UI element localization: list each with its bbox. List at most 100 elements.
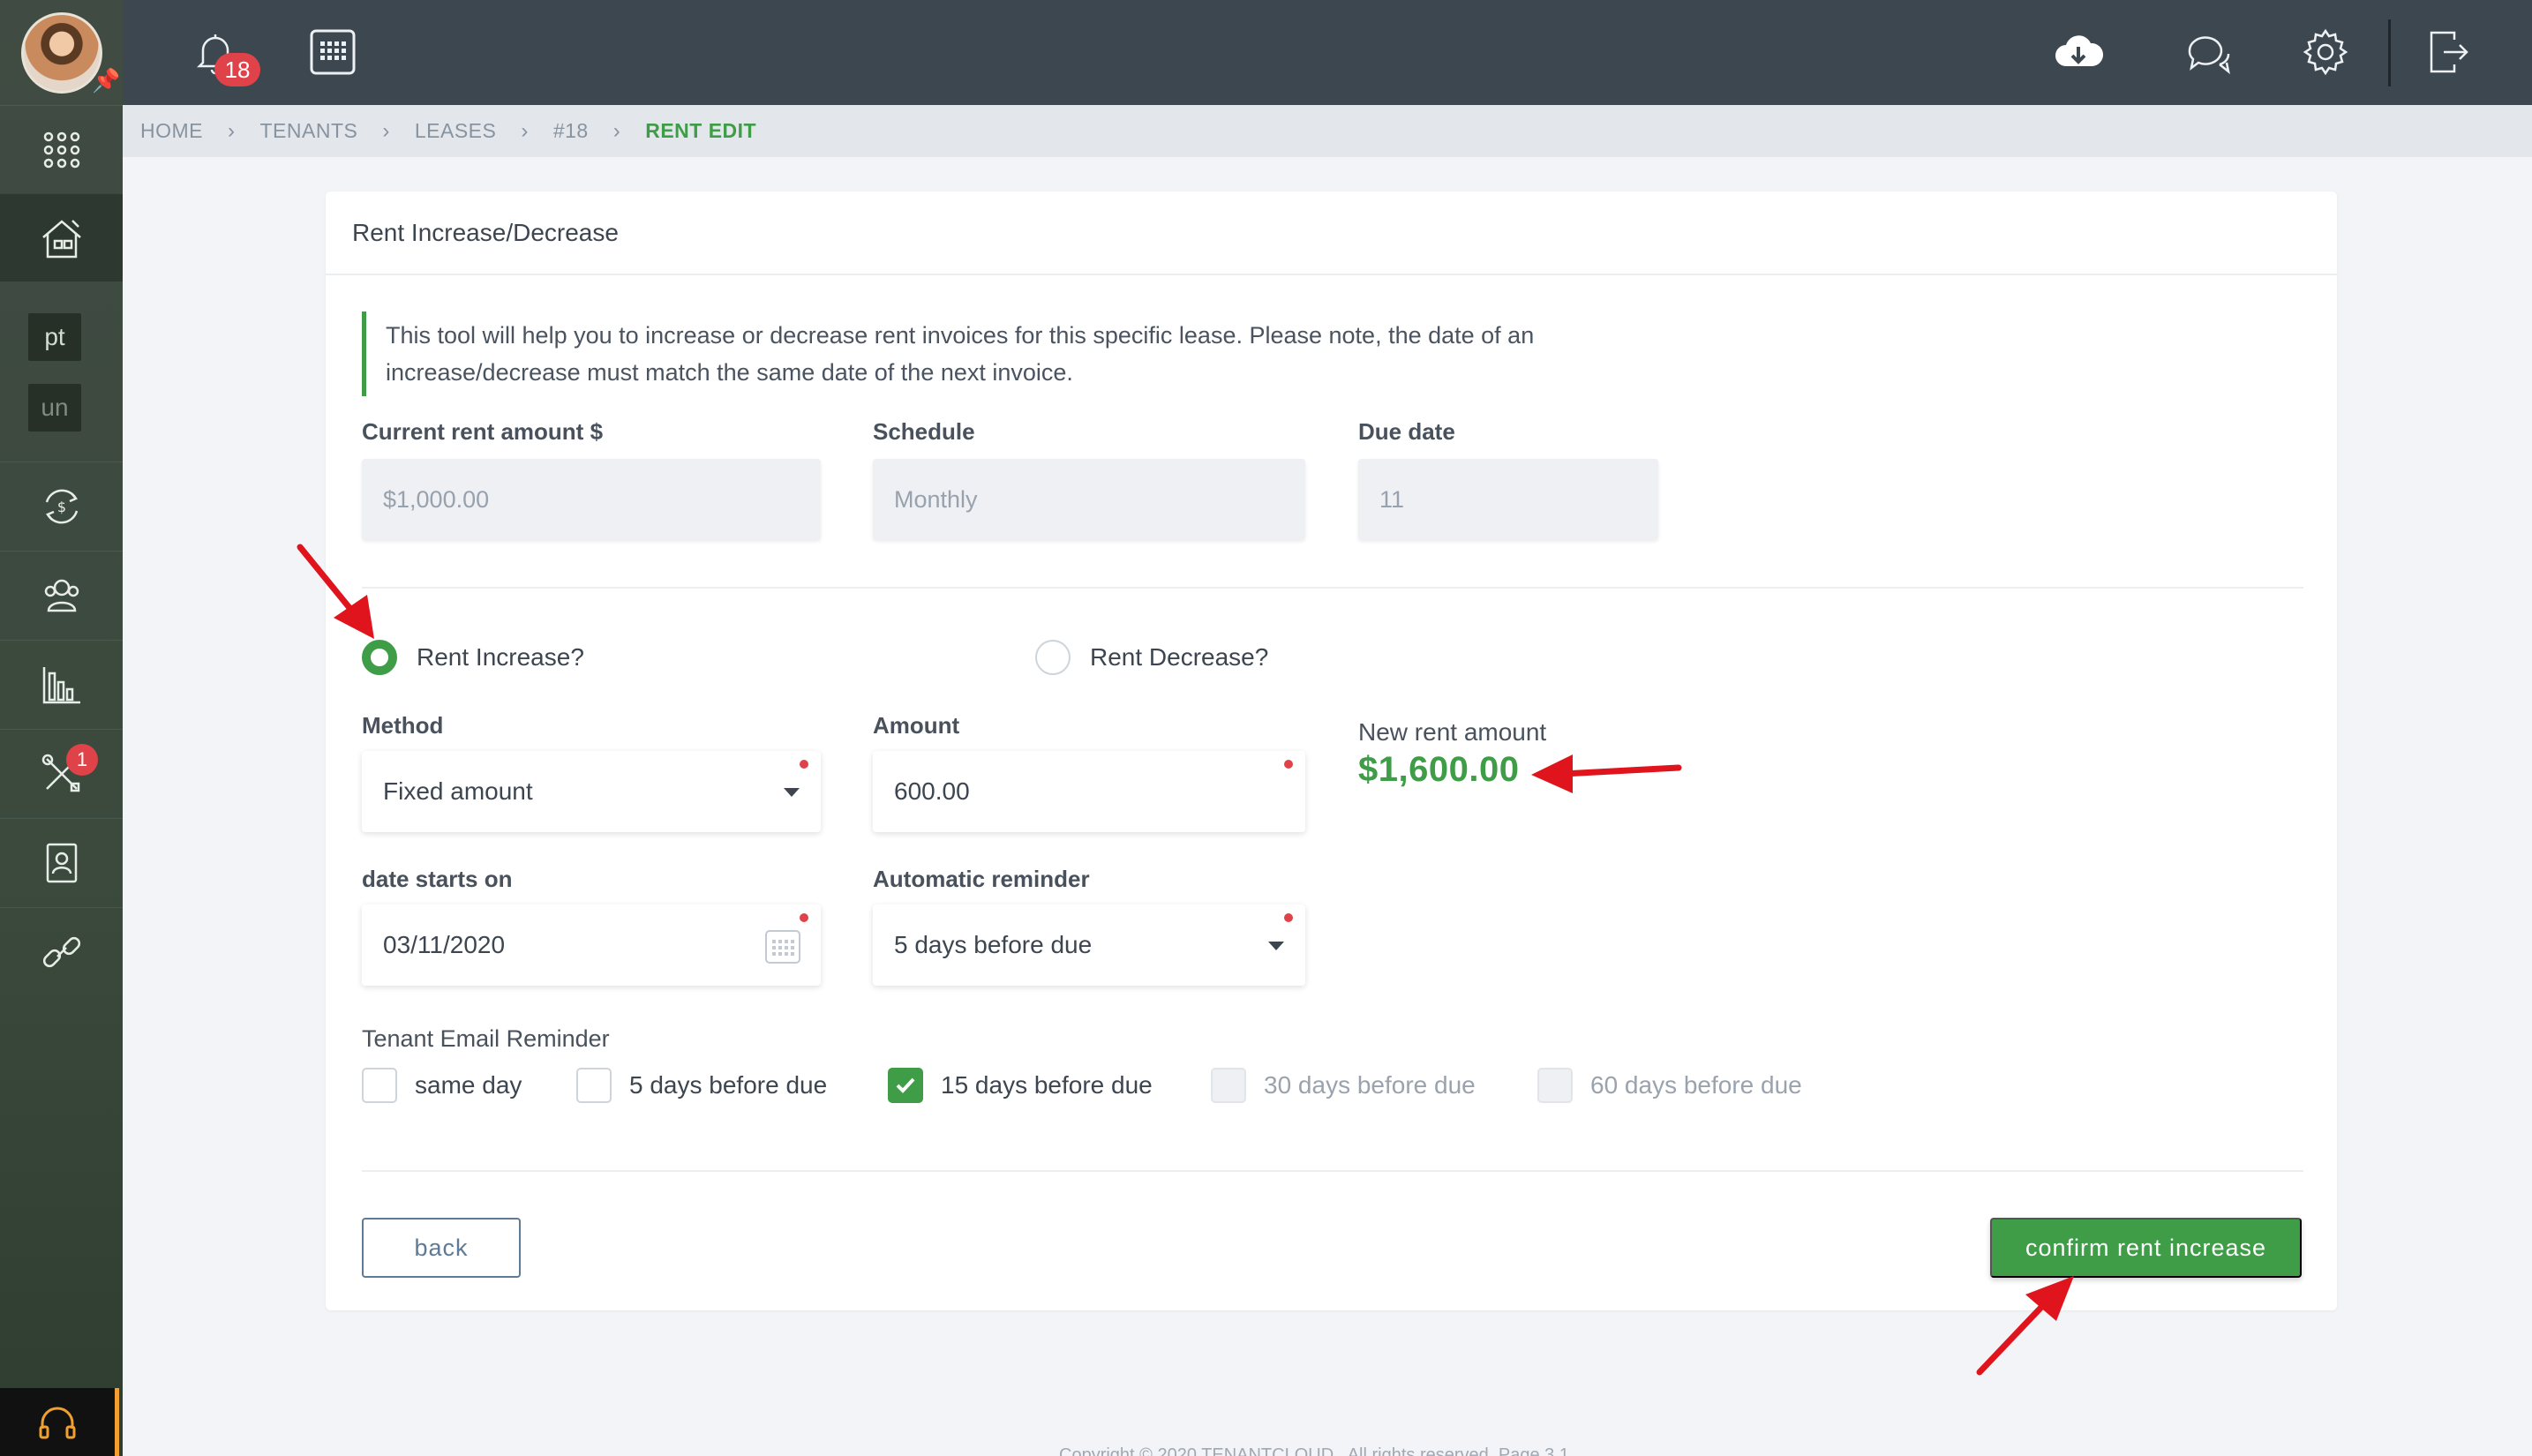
divider (362, 1170, 2303, 1172)
due-date-label: Due date (1358, 418, 1455, 445)
cloud-download-icon (2055, 35, 2103, 66)
sidebar: 📌 pt un $ 1 (0, 0, 123, 1456)
maintenance-badge: 1 (66, 744, 98, 776)
sidebar-item-payments[interactable]: $ (0, 462, 123, 550)
required-dot (1284, 760, 1293, 769)
checkbox-label: 30 days before due (1264, 1071, 1476, 1099)
chevron-right-icon: › (382, 118, 390, 143)
bar-chart-icon (42, 666, 80, 703)
email-reminder-60-days: 60 days before due (1537, 1068, 1802, 1103)
email-reminder-label: Tenant Email Reminder (362, 1025, 610, 1052)
money-cycle-icon: $ (45, 489, 78, 523)
new-rent-amount: $1,600.00 (1358, 750, 1520, 789)
radio-selected-icon (362, 640, 397, 675)
radio-empty-icon (1035, 640, 1071, 675)
due-date-field: 11 (1358, 459, 1658, 540)
caret-down-icon (784, 788, 800, 797)
contact-card-icon (46, 843, 77, 882)
checkmark-icon (888, 1068, 923, 1103)
sidebar-item-links[interactable] (0, 907, 123, 995)
amount-value: 600.00 (894, 777, 970, 805)
sidebar-item-properties[interactable] (0, 193, 123, 281)
date-starts-input[interactable]: 03/11/2020 (362, 904, 821, 986)
chevron-right-icon: › (521, 118, 529, 143)
checkbox-label: 15 days before due (941, 1071, 1153, 1099)
sidebar-item-tenants[interactable] (0, 551, 123, 639)
breadcrumb: HOME › TENANTS › LEASES › #18 › RENT EDI… (123, 105, 2532, 157)
settings-button[interactable] (2298, 25, 2353, 79)
support-button[interactable] (0, 1388, 119, 1456)
apps-grid-icon (43, 131, 79, 168)
calendar-button[interactable] (305, 25, 360, 79)
breadcrumb-leases[interactable]: LEASES (415, 119, 497, 143)
house-icon (41, 219, 81, 258)
email-reminder-same-day[interactable]: same day (362, 1068, 522, 1103)
rent-decrease-radio[interactable]: Rent Decrease? (1035, 640, 1268, 675)
gear-icon (2303, 28, 2348, 76)
auto-reminder-value: 5 days before due (894, 931, 1093, 958)
messages-button[interactable] (2182, 25, 2236, 79)
footer-copyright: Copyright © 2020 TENANTCLOUD . All right… (1059, 1445, 1569, 1456)
rent-increase-radio[interactable]: Rent Increase? (362, 640, 584, 675)
sidebar-item-apps[interactable] (0, 105, 123, 193)
method-value: Fixed amount (383, 777, 533, 805)
sidebar-chip-pt[interactable]: pt (28, 313, 81, 361)
checkbox-empty-icon (362, 1068, 397, 1103)
logout-button[interactable] (2420, 25, 2475, 79)
topbar: 18 (123, 0, 2532, 105)
sidebar-chip-un[interactable]: un (28, 384, 81, 432)
breadcrumb-tenants[interactable]: TENANTS (260, 119, 358, 143)
pin-icon[interactable]: 📌 (92, 67, 120, 94)
card-title: Rent Increase/Decrease (326, 191, 2337, 275)
download-button[interactable] (2051, 25, 2106, 79)
auto-reminder-select[interactable]: 5 days before due (873, 904, 1305, 986)
breadcrumb-lease-id[interactable]: #18 (553, 119, 589, 143)
current-rent-label: Current rent amount $ (362, 418, 604, 445)
users-icon (44, 579, 79, 612)
checkbox-empty-icon (576, 1068, 612, 1103)
required-dot (800, 760, 808, 769)
calendar-icon (310, 29, 356, 75)
new-rent-label: New rent amount (1358, 718, 1547, 746)
schedule-label: Schedule (873, 418, 975, 445)
back-button[interactable]: back (362, 1218, 521, 1278)
breadcrumb-home[interactable]: HOME (140, 119, 203, 143)
sidebar-item-reports[interactable] (0, 640, 123, 728)
chevron-right-icon: › (228, 118, 236, 143)
user-avatar[interactable] (21, 12, 102, 94)
checkbox-label: same day (415, 1071, 522, 1099)
method-select[interactable]: Fixed amount (362, 751, 821, 832)
notification-count-badge: 18 (214, 53, 260, 86)
email-reminder-15-days[interactable]: 15 days before due (888, 1068, 1153, 1103)
sidebar-item-documents[interactable] (0, 818, 123, 906)
calendar-icon[interactable] (764, 927, 801, 964)
email-reminder-5-days[interactable]: 5 days before due (576, 1068, 827, 1103)
info-notice: This tool will help you to increase or d… (362, 311, 1686, 396)
checkbox-disabled-icon (1211, 1068, 1246, 1103)
chat-bubbles-icon (2188, 36, 2230, 75)
confirm-rent-increase-button[interactable]: confirm rent increase (1990, 1218, 2302, 1278)
email-reminder-30-days: 30 days before due (1211, 1068, 1476, 1103)
current-rent-field: $1,000.00 (362, 459, 821, 540)
required-dot (800, 913, 808, 922)
sidebar-item-maintenance[interactable] (0, 729, 123, 817)
schedule-field: Monthly (873, 459, 1305, 540)
link-icon (42, 936, 80, 967)
auto-reminder-label: Automatic reminder (873, 866, 1090, 892)
caret-down-icon (1268, 942, 1284, 950)
logout-icon (2430, 31, 2468, 73)
headset-icon (39, 1407, 76, 1438)
checkbox-disabled-icon (1537, 1068, 1573, 1103)
rent-edit-card: Rent Increase/Decrease This tool will he… (326, 191, 2337, 1310)
date-starts-label: date starts on (362, 866, 513, 892)
rent-decrease-label: Rent Decrease? (1090, 643, 1269, 671)
breadcrumb-current: RENT EDIT (645, 119, 757, 142)
required-dot (1284, 913, 1293, 922)
svg-text:$: $ (56, 499, 65, 515)
topbar-divider (2388, 19, 2391, 86)
method-label: Method (362, 712, 444, 739)
amount-label: Amount (873, 712, 960, 739)
rent-increase-label: Rent Increase? (417, 643, 584, 671)
checkbox-label: 60 days before due (1590, 1071, 1802, 1099)
amount-input[interactable]: 600.00 (873, 751, 1305, 832)
